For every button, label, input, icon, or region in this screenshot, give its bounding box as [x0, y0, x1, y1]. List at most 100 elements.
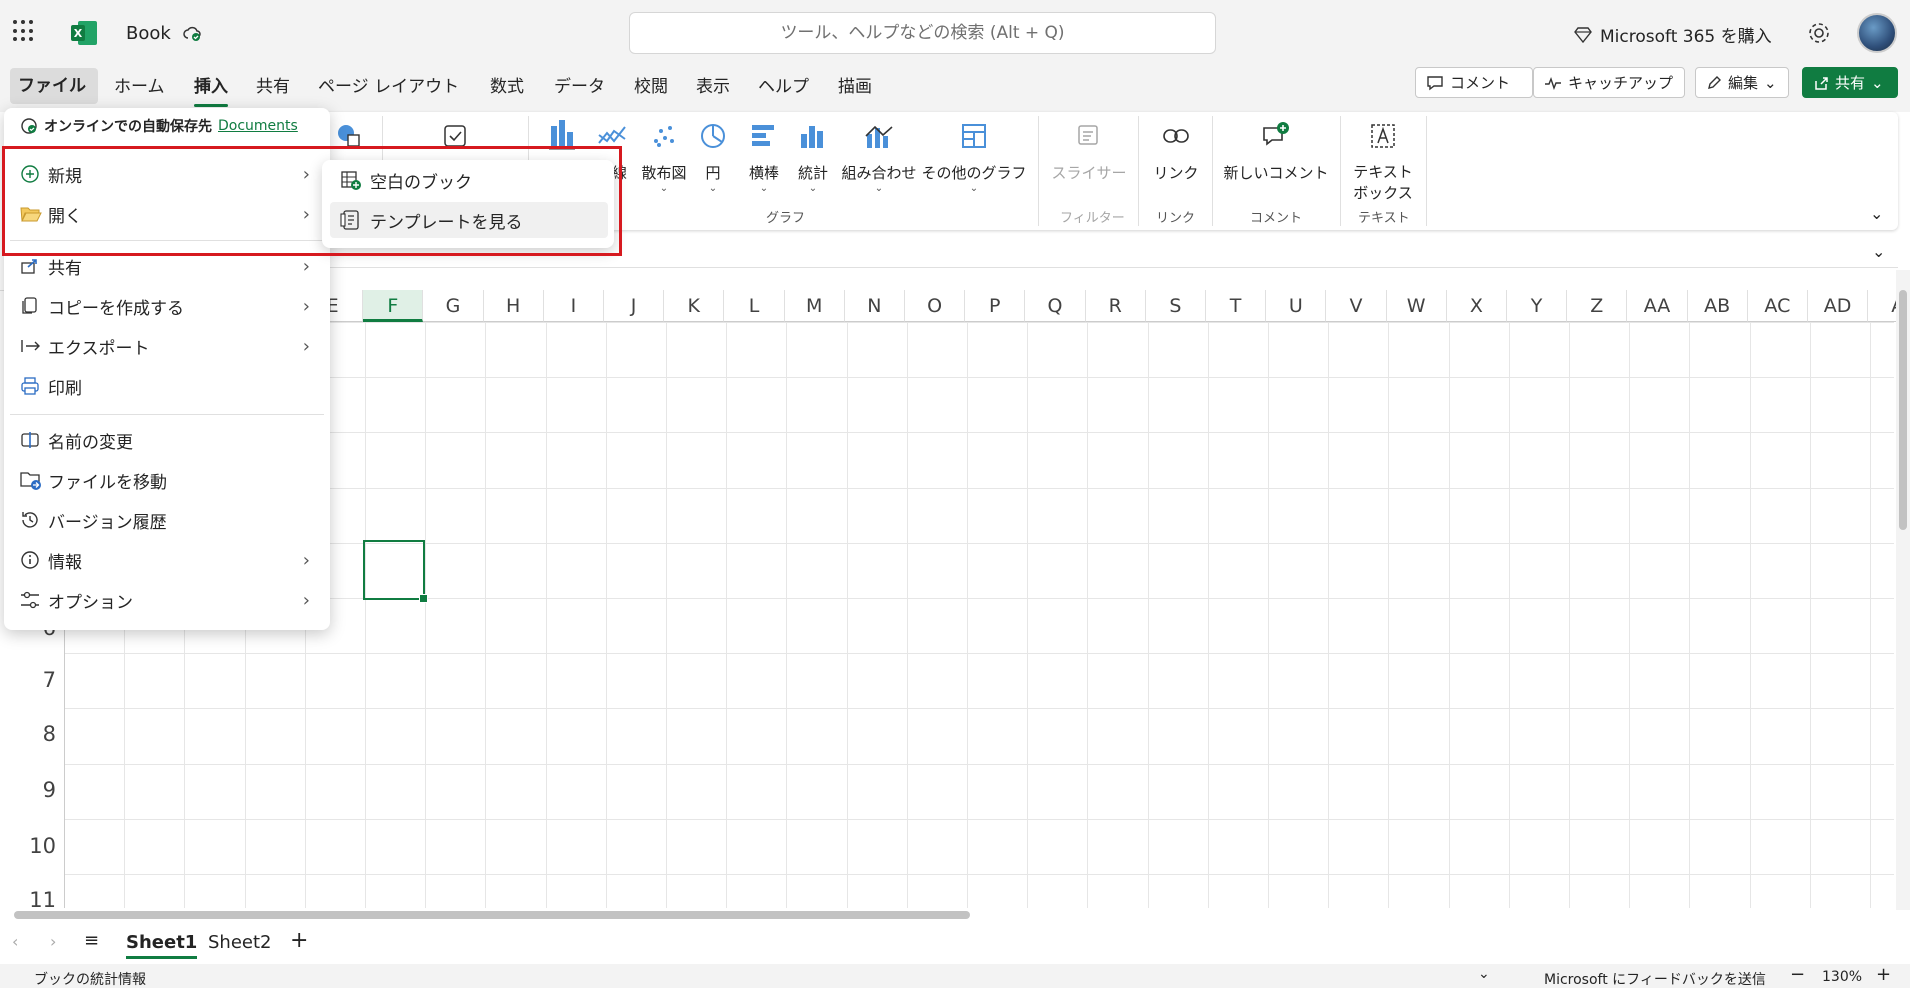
column-header[interactable]: M [784, 290, 845, 322]
buy-microsoft365-button[interactable]: Microsoft 365 を購入 [1574, 22, 1772, 47]
tab-data[interactable]: データ [546, 73, 613, 101]
ribbon-combo[interactable]: 組み合わせ ⌄ [840, 118, 918, 194]
column-header[interactable]: S [1145, 290, 1206, 322]
zoom-level[interactable]: 130% [1822, 969, 1862, 985]
tab-insert[interactable]: 挿入 [186, 73, 236, 107]
ribbon-textbox[interactable]: テキスト ボックス [1350, 118, 1416, 204]
formula-expand-chevron-icon[interactable]: ⌄ [1872, 242, 1885, 261]
next-sheet-icon[interactable]: › [50, 932, 56, 951]
column-header[interactable]: AB [1687, 290, 1748, 322]
ribbon-scatter[interactable]: 散布図 ⌄ [638, 118, 690, 194]
scroll-thumb[interactable] [14, 911, 970, 919]
file-menu-item[interactable]: 情報 › [20, 542, 320, 578]
statistic-label: 統計 [797, 164, 828, 182]
add-sheet-icon[interactable]: + [290, 928, 308, 953]
file-menu-item[interactable]: コピーを作成する › [20, 288, 320, 324]
column-header[interactable]: W [1386, 290, 1447, 322]
ribbon-pie[interactable]: 円 ⌄ [698, 118, 728, 194]
row-header[interactable]: 7 [4, 668, 64, 692]
grid-vline [485, 322, 486, 908]
ribbon-expand-chevron-icon[interactable]: ⌄ [1870, 204, 1883, 223]
file-menu-item[interactable]: バージョン履歴 [20, 502, 320, 538]
column-header[interactable]: U [1266, 290, 1327, 322]
all-sheets-menu-icon[interactable]: ≡ [84, 930, 99, 951]
column-header[interactable]: J [604, 290, 665, 322]
column-header[interactable]: AC [1747, 290, 1808, 322]
ribbon-other-charts[interactable]: その他のグラフ ⌄ [921, 118, 1027, 194]
tab-formulas[interactable]: 数式 [482, 73, 532, 101]
file-menu-item[interactable]: オプション › [20, 582, 320, 618]
options-icon [20, 591, 48, 609]
column-header[interactable]: L [724, 290, 785, 322]
share-button[interactable]: 共有 ⌄ [1802, 67, 1898, 98]
textbox-icon [1371, 124, 1395, 148]
sheet-tab-sheet1[interactable]: Sheet1 [126, 932, 198, 959]
column-header[interactable]: K [664, 290, 725, 322]
column-header[interactable]: R [1085, 290, 1146, 322]
ribbon-new-comment[interactable]: 新しいコメント [1222, 118, 1330, 183]
column-header[interactable]: O [905, 290, 966, 322]
user-avatar[interactable] [1857, 13, 1897, 53]
ribbon-link[interactable]: リンク [1150, 118, 1202, 183]
file-menu-item[interactable]: 名前の変更 [20, 422, 320, 458]
zoom-in-icon[interactable]: + [1876, 964, 1891, 985]
workbook-statistics[interactable]: ブックの統計情報 [34, 969, 146, 989]
tab-review[interactable]: 校閲 [626, 73, 676, 101]
column-header[interactable]: AD [1808, 290, 1869, 322]
horizontal-scrollbar[interactable] [10, 908, 1896, 922]
grid-vline [907, 322, 908, 908]
column-header[interactable]: Z [1567, 290, 1628, 322]
settings-gear-icon[interactable] [1806, 20, 1832, 46]
column-header[interactable]: T [1206, 290, 1267, 322]
ribbon-statistic[interactable]: 統計 ⌄ [797, 118, 829, 194]
search-input[interactable]: ツール、ヘルプなどの検索 (Alt + Q) [629, 12, 1216, 54]
row-header[interactable]: 8 [4, 722, 64, 746]
column-header[interactable]: P [965, 290, 1026, 322]
tab-help[interactable]: ヘルプ [750, 73, 817, 101]
scroll-thumb[interactable] [1899, 290, 1907, 530]
tab-home[interactable]: ホーム [106, 73, 173, 101]
ribbon-bar[interactable]: 横棒 ⌄ [748, 118, 780, 194]
tab-file[interactable]: ファイル [10, 68, 98, 104]
catchup-button[interactable]: キャッチアップ [1533, 67, 1685, 98]
feedback-link[interactable]: Microsoft にフィードバックを送信 [1544, 969, 1766, 989]
prev-sheet-icon[interactable]: ‹ [12, 932, 18, 951]
tab-share[interactable]: 共有 [248, 73, 298, 101]
column-header[interactable]: AA [1627, 290, 1688, 322]
tab-draw[interactable]: 描画 [830, 73, 880, 101]
column-header[interactable]: Q [1025, 290, 1086, 322]
vertical-scrollbar[interactable] [1896, 270, 1910, 910]
tab-view[interactable]: 表示 [688, 73, 738, 101]
row-header[interactable]: 9 [4, 778, 64, 802]
selected-cell[interactable] [363, 540, 428, 603]
column-header[interactable]: N [844, 290, 905, 322]
pulse-icon [1545, 76, 1561, 90]
ribbon-slicer[interactable]: スライサー [1050, 118, 1128, 183]
move-file-icon [20, 470, 48, 490]
column-header[interactable]: H [483, 290, 544, 322]
autosave-location-link[interactable]: Documents [218, 118, 298, 134]
tab-page-layout[interactable]: ページ レイアウト [310, 73, 467, 101]
comment-button[interactable]: コメント [1415, 67, 1533, 98]
column-header[interactable]: F [363, 290, 424, 322]
edit-mode-button[interactable]: 編集 ⌄ [1695, 67, 1789, 98]
sheet-tab-sheet2[interactable]: Sheet2 [208, 932, 272, 953]
column-header[interactable]: G [423, 290, 484, 322]
status-chevron-icon[interactable]: ⌄ [1478, 966, 1490, 982]
file-menu-item-label: 情報 [48, 552, 82, 573]
file-menu-item[interactable]: エクスポート › [20, 328, 320, 364]
slicer-icon [1078, 125, 1098, 145]
export-icon [20, 338, 48, 354]
column-header[interactable]: X [1446, 290, 1507, 322]
app-launcher-icon[interactable] [13, 20, 35, 42]
row-header[interactable]: 10 [4, 834, 64, 858]
checkbox-icon [444, 125, 466, 147]
column-header[interactable]: I [543, 290, 604, 322]
zoom-out-icon[interactable]: − [1790, 964, 1805, 985]
file-menu-item[interactable]: 印刷 [20, 368, 320, 404]
column-header[interactable]: Y [1507, 290, 1568, 322]
column-header[interactable]: V [1326, 290, 1387, 322]
grid-hline [64, 432, 1894, 433]
workbook-title[interactable]: Book [126, 23, 203, 44]
file-menu-item[interactable]: ファイルを移動 [20, 462, 320, 498]
